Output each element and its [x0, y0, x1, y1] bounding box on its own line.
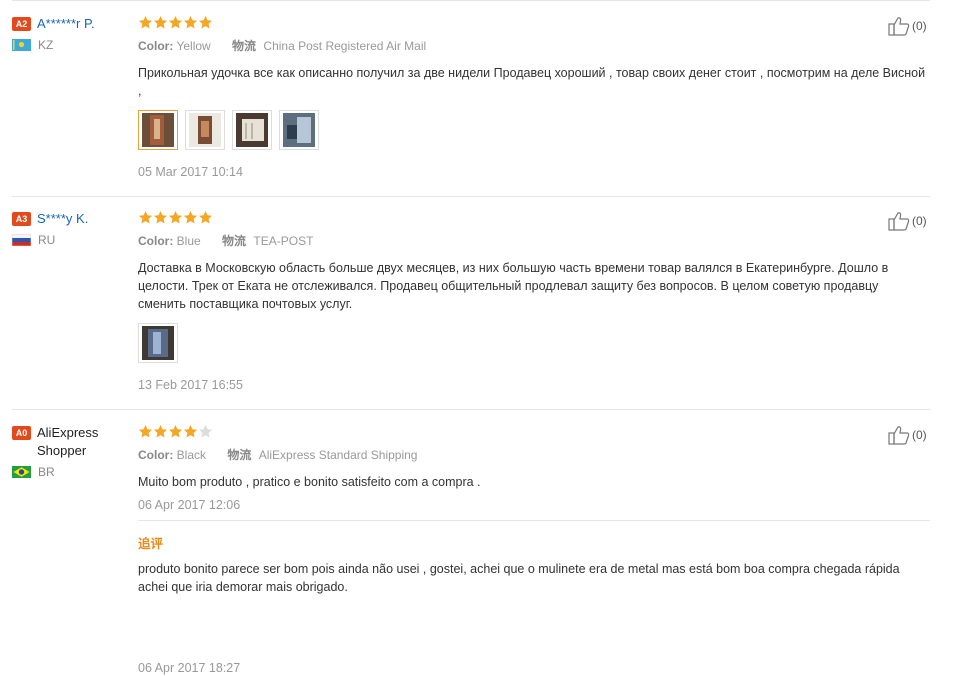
star-icon — [168, 210, 183, 224]
buyer-level-badge: A2 — [12, 17, 31, 31]
star-icon — [153, 15, 168, 29]
buyer-name: AliExpress Shopper — [37, 425, 99, 458]
buyer-country: RU — [12, 233, 122, 247]
divider — [12, 0, 930, 1]
star-empty-icon — [198, 424, 213, 438]
star-icon — [153, 210, 168, 224]
order-info: Color: Black 物流 AliExpress Standard Ship… — [138, 447, 928, 463]
photo-thumbnail[interactable] — [138, 323, 178, 363]
helpful-button[interactable]: (0) — [888, 211, 927, 231]
review-photos — [138, 323, 928, 363]
color-label: Color: — [138, 448, 174, 462]
buyer-name-link[interactable]: S****y K. — [37, 210, 88, 228]
ru-flag-icon — [12, 234, 31, 246]
review-content: Color: Blue 物流 TEA-POST Доставка в Моско… — [138, 210, 928, 392]
star-icon — [153, 424, 168, 438]
helpful-count: (0) — [912, 428, 927, 442]
helpful-count: (0) — [912, 19, 927, 33]
star-rating — [138, 15, 928, 31]
br-flag-icon — [12, 466, 31, 478]
review-text: Muito bom produto , pratico e bonito sat… — [138, 475, 481, 489]
additional-feedback-date: 06 Apr 2017 18:27 — [138, 661, 241, 675]
star-icon — [138, 210, 153, 224]
color-value: Yellow — [176, 39, 211, 53]
logistics-value: TEA-POST — [253, 234, 314, 248]
feedback-list: A2 A******r P. KZ Color: Yellow 物流 China… — [0, 0, 963, 676]
buyer-country: KZ — [12, 38, 122, 52]
thumbs-up-icon — [888, 426, 910, 445]
star-icon — [198, 15, 213, 29]
country-code: KZ — [38, 38, 54, 52]
photo-thumbnail[interactable] — [279, 110, 319, 150]
buyer-level-badge: A0 — [12, 426, 31, 440]
color-label: Color: — [138, 234, 174, 248]
buyer-country: BR — [12, 465, 122, 479]
review-date: 06 Apr 2017 12:06 — [138, 498, 241, 512]
country-code: RU — [38, 233, 56, 247]
photo-thumbnail[interactable] — [138, 110, 178, 150]
divider — [138, 520, 930, 521]
star-icon — [183, 210, 198, 224]
star-icon — [183, 424, 198, 438]
star-rating — [138, 210, 928, 226]
review-text: Прикольная удочка все как описанно получ… — [138, 66, 926, 98]
order-info: Color: Yellow 物流 China Post Registered A… — [138, 38, 928, 54]
review-content: Color: Black 物流 AliExpress Standard Ship… — [138, 424, 928, 512]
review-text: Доставка в Московскую область больше дву… — [138, 261, 889, 311]
divider — [12, 409, 930, 410]
photo-thumbnail[interactable] — [185, 110, 225, 150]
logistics-label: 物流 — [227, 448, 252, 462]
country-code: BR — [38, 465, 55, 479]
logistics-label: 物流 — [222, 234, 247, 248]
color-value: Black — [176, 448, 207, 462]
helpful-button[interactable]: (0) — [888, 16, 927, 36]
photo-thumbnail[interactable] — [232, 110, 272, 150]
buyer-name-link[interactable]: A******r P. — [37, 15, 95, 33]
logistics-value: AliExpress Standard Shipping — [258, 448, 418, 462]
color-label: Color: — [138, 39, 174, 53]
star-icon — [183, 15, 198, 29]
star-icon — [138, 424, 153, 438]
thumbs-up-icon — [888, 17, 910, 36]
buyer-info: A2 A******r P. KZ — [12, 15, 122, 52]
review-date: 13 Feb 2017 16:55 — [138, 378, 243, 392]
review-content: Color: Yellow 物流 China Post Registered A… — [138, 15, 928, 179]
additional-feedback-text: produto bonito parece ser bom pois ainda… — [138, 562, 900, 594]
review-photos — [138, 110, 928, 150]
buyer-info: A3 S****y K. RU — [12, 210, 122, 247]
star-icon — [168, 15, 183, 29]
star-icon — [198, 210, 213, 224]
helpful-count: (0) — [912, 214, 927, 228]
buyer-level-badge: A3 — [12, 212, 31, 226]
star-icon — [168, 424, 183, 438]
review-date: 05 Mar 2017 10:14 — [138, 165, 243, 179]
thumbs-up-icon — [888, 212, 910, 231]
star-icon — [138, 15, 153, 29]
logistics-value: China Post Registered Air Mail — [263, 39, 427, 53]
additional-feedback-label: 追评 — [138, 537, 164, 551]
buyer-info: A0 AliExpress Shopper BR — [12, 424, 122, 479]
divider — [12, 196, 930, 197]
star-rating — [138, 424, 928, 440]
color-value: Blue — [176, 234, 201, 248]
helpful-button[interactable]: (0) — [888, 425, 927, 445]
logistics-label: 物流 — [232, 39, 257, 53]
kz-flag-icon — [12, 39, 31, 51]
order-info: Color: Blue 物流 TEA-POST — [138, 233, 928, 249]
